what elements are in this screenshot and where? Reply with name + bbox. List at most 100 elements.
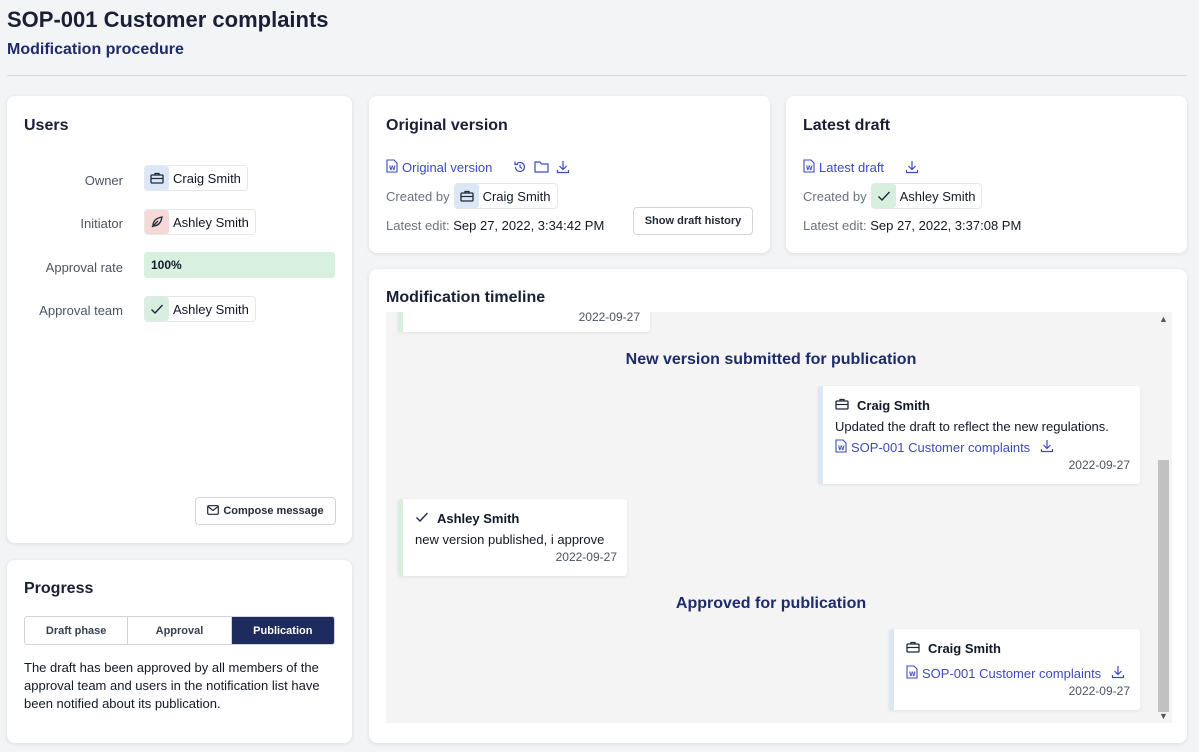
draft-creator-chip[interactable]: Ashley Smith bbox=[870, 183, 983, 209]
download-icon[interactable] bbox=[1111, 665, 1125, 682]
timeline-entry: Ashley Smith new version published, i ap… bbox=[398, 499, 627, 576]
timeline-title: Modification timeline bbox=[386, 289, 546, 306]
download-icon[interactable] bbox=[556, 160, 570, 179]
step-approval[interactable]: Approval bbox=[128, 617, 232, 644]
svg-text:W: W bbox=[838, 445, 845, 452]
briefcase-icon bbox=[145, 166, 169, 190]
word-doc-icon: W bbox=[835, 439, 847, 456]
original-latest-edit: Latest edit: Sep 27, 2022, 3:34:42 PM bbox=[386, 218, 604, 233]
entry-author-name: Ashley Smith bbox=[437, 511, 520, 526]
page-title: SOP-001 Customer complaints bbox=[7, 7, 329, 32]
entry-date: 2022-09-27 bbox=[1068, 684, 1130, 698]
initiator-chip[interactable]: Ashley Smith bbox=[144, 209, 256, 235]
scroll-down-icon[interactable]: ▼ bbox=[1158, 711, 1169, 721]
entry-document-label: SOP-001 Customer complaints bbox=[851, 440, 1031, 455]
initiator-name: Ashley Smith bbox=[173, 214, 249, 230]
timeline-entry-partial: 2022-09-27 bbox=[398, 312, 650, 332]
entry-document-link[interactable]: W SOP-001 Customer complaints bbox=[906, 665, 1125, 682]
original-creator-chip[interactable]: Craig Smith bbox=[453, 183, 558, 209]
owner-name: Craig Smith bbox=[173, 170, 241, 186]
approval-rate-label: Approval rate bbox=[45, 260, 123, 275]
original-created-by: Created by Craig Smith bbox=[386, 183, 558, 209]
original-version-card: Original version W Original version Crea… bbox=[369, 96, 770, 253]
created-by-label: Created by bbox=[803, 188, 867, 204]
compose-message-label: Compose message bbox=[223, 505, 324, 517]
check-icon bbox=[415, 511, 429, 526]
timeline-entry: Craig Smith Updated the draft to reflect… bbox=[818, 386, 1140, 484]
entry-author: Ashley Smith bbox=[415, 511, 519, 526]
download-icon[interactable] bbox=[1040, 439, 1054, 456]
timeline-scrollbar[interactable]: ▲ ▼ bbox=[1156, 312, 1172, 723]
folder-icon[interactable] bbox=[534, 160, 549, 178]
latest-draft-title: Latest draft bbox=[803, 117, 891, 134]
draft-latest-edit-value: Sep 27, 2022, 3:37:08 PM bbox=[870, 218, 1022, 233]
header-divider bbox=[7, 75, 1187, 76]
latest-draft-link-label: Latest draft bbox=[819, 160, 885, 175]
approval-team-name: Ashley Smith bbox=[173, 301, 249, 317]
original-creator-name: Craig Smith bbox=[482, 188, 551, 204]
svg-text:W: W bbox=[389, 165, 396, 172]
progress-description: The draft has been approved by all membe… bbox=[24, 660, 320, 711]
timeline-entry: Craig Smith W SOP-001 Customer complaint… bbox=[889, 629, 1140, 710]
compose-message-button[interactable]: Compose message bbox=[195, 497, 336, 525]
created-by-label: Created by bbox=[386, 188, 450, 204]
scroll-up-icon[interactable]: ▲ bbox=[1158, 314, 1169, 324]
feather-icon bbox=[145, 210, 169, 234]
briefcase-icon bbox=[835, 398, 849, 413]
original-latest-edit-value: Sep 27, 2022, 3:34:42 PM bbox=[453, 218, 605, 233]
word-doc-icon: W bbox=[906, 665, 918, 682]
original-version-link[interactable]: W Original version bbox=[386, 159, 492, 176]
approval-rate-bar: 100% bbox=[144, 252, 335, 278]
entry-author-name: Craig Smith bbox=[857, 398, 930, 413]
timeline-heading-submitted: New version submitted for publication bbox=[625, 351, 917, 368]
entry-date: 2022-09-27 bbox=[555, 550, 617, 564]
latest-edit-label: Latest edit: bbox=[386, 218, 450, 233]
show-draft-history-button[interactable]: Show draft history bbox=[633, 207, 753, 235]
draft-latest-edit: Latest edit: Sep 27, 2022, 3:37:08 PM bbox=[803, 218, 1021, 233]
scrollbar-thumb[interactable] bbox=[1158, 460, 1169, 712]
owner-chip[interactable]: Craig Smith bbox=[144, 165, 248, 191]
step-publication[interactable]: Publication bbox=[231, 617, 334, 644]
timeline-scroll-area[interactable]: 2022-09-27 New version submitted for pub… bbox=[386, 312, 1172, 723]
briefcase-icon bbox=[906, 641, 920, 656]
progress-title: Progress bbox=[24, 580, 94, 597]
approval-team-label: Approval team bbox=[39, 303, 123, 318]
owner-label: Owner bbox=[84, 173, 123, 188]
briefcase-icon bbox=[454, 184, 479, 208]
word-doc-icon: W bbox=[386, 159, 398, 176]
entry-author-name: Craig Smith bbox=[928, 641, 1001, 656]
latest-draft-card: Latest draft W Latest draft Created by A… bbox=[786, 96, 1187, 253]
approval-team-chip[interactable]: Ashley Smith bbox=[144, 296, 256, 322]
page-subtitle: Modification procedure bbox=[7, 41, 184, 58]
draft-created-by: Created by Ashley Smith bbox=[803, 183, 983, 209]
entry-document-label: SOP-001 Customer complaints bbox=[922, 666, 1102, 681]
progress-card: Progress Draft phase Approval Publicatio… bbox=[7, 560, 352, 743]
entry-author: Craig Smith bbox=[835, 398, 930, 413]
timeline-heading-approved: Approved for publication bbox=[675, 595, 867, 612]
original-version-link-label: Original version bbox=[402, 160, 493, 175]
check-icon bbox=[871, 184, 896, 208]
download-icon[interactable] bbox=[905, 160, 919, 179]
entry-date: 2022-09-27 bbox=[578, 312, 640, 324]
original-version-title: Original version bbox=[386, 117, 508, 134]
check-icon bbox=[145, 297, 169, 321]
entry-date: 2022-09-27 bbox=[1068, 458, 1130, 472]
step-draft-phase[interactable]: Draft phase bbox=[25, 617, 129, 644]
entry-author: Craig Smith bbox=[906, 641, 1001, 656]
entry-text: new version published, i approve bbox=[415, 532, 605, 547]
users-card: Users Owner Craig Smith Initiator Ashley… bbox=[7, 96, 352, 543]
initiator-label: Initiator bbox=[80, 216, 123, 231]
svg-text:W: W bbox=[806, 165, 813, 172]
draft-creator-name: Ashley Smith bbox=[899, 188, 976, 204]
latest-draft-link[interactable]: W Latest draft bbox=[803, 159, 884, 176]
history-icon[interactable] bbox=[513, 160, 527, 179]
entry-document-link[interactable]: W SOP-001 Customer complaints bbox=[835, 439, 1054, 456]
modification-timeline-card: Modification timeline 2022-09-27 New ver… bbox=[369, 269, 1187, 743]
latest-edit-label: Latest edit: bbox=[803, 218, 867, 233]
users-title: Users bbox=[24, 117, 69, 134]
progress-steps: Draft phase Approval Publication bbox=[24, 616, 335, 645]
svg-text:W: W bbox=[909, 671, 916, 678]
mail-icon bbox=[207, 504, 220, 518]
word-doc-icon: W bbox=[803, 159, 815, 176]
entry-text: Updated the draft to reflect the new reg… bbox=[835, 419, 1109, 434]
